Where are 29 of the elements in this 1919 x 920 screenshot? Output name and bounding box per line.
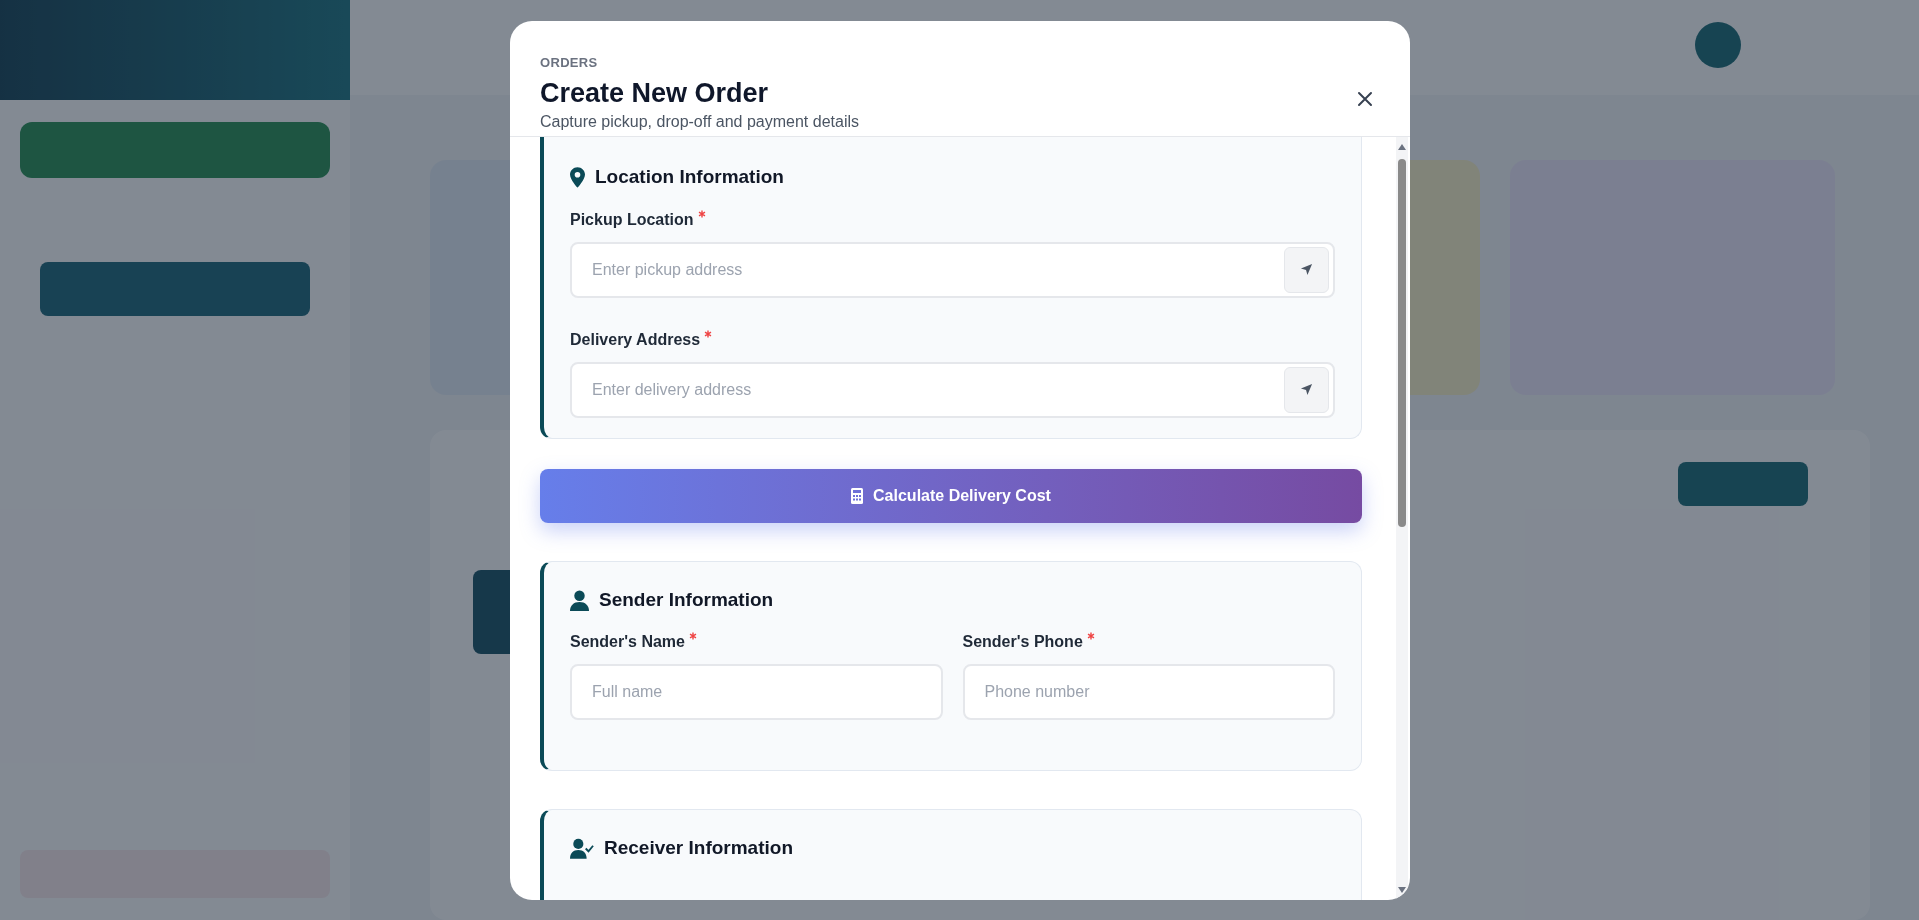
section-title: Location Information [595, 165, 784, 190]
section-title: Sender Information [599, 587, 774, 612]
address-field[interactable]: Enter pickup address [570, 241, 1335, 298]
field-label: Pickup Location [570, 209, 694, 230]
dialog-subtitle: Capture pickup, drop-off and payment details [540, 112, 859, 133]
nav-item[interactable] [40, 262, 310, 316]
locate-button[interactable] [1284, 246, 1329, 293]
dialog-title: Create New Order [540, 76, 769, 110]
person-icon [570, 589, 589, 611]
scrollbar-thumb[interactable] [1398, 159, 1406, 528]
field-label: Sender's Name [570, 632, 685, 653]
dialog-eyebrow: ORDERS [540, 54, 598, 72]
input-field[interactable]: Full name [570, 664, 943, 721]
input-field[interactable]: Phone number [962, 664, 1335, 721]
person-check-icon [570, 838, 594, 859]
locate-button[interactable] [1284, 366, 1329, 413]
close-icon[interactable] [1355, 89, 1375, 109]
section-title: Receiver Information [604, 836, 793, 861]
field-label: Sender's Phone [962, 632, 1083, 653]
clear-all-button[interactable] [1678, 462, 1808, 506]
navigation-arrow-icon [1300, 263, 1313, 277]
map-pin-icon [570, 167, 585, 188]
create-order-button[interactable] [20, 122, 330, 178]
calculate-cost-button[interactable]: Calculate Delivery Cost [540, 468, 1362, 523]
address-field[interactable]: Enter delivery address [570, 361, 1335, 418]
calculator-icon [851, 487, 864, 504]
navigation-arrow-icon [1300, 383, 1313, 397]
scrollbar[interactable] [1396, 137, 1408, 900]
field-label: Delivery Address [570, 329, 701, 350]
